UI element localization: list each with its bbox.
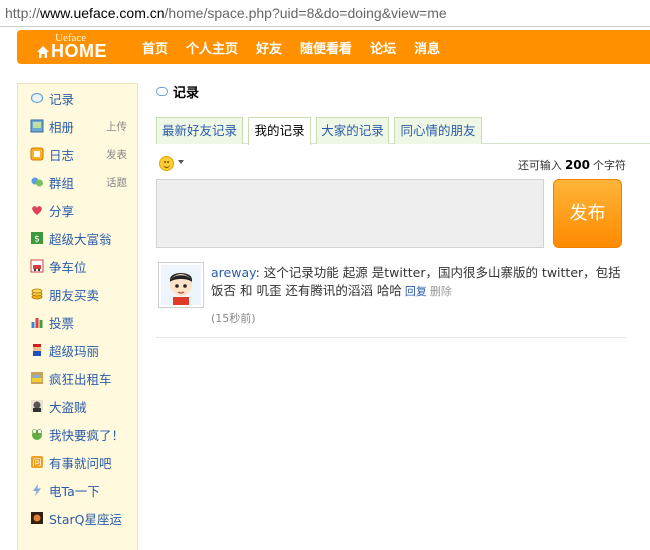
- chevron-down-icon[interactable]: [178, 160, 184, 164]
- svg-text:问: 问: [32, 457, 41, 469]
- record-username[interactable]: areway: [211, 265, 256, 280]
- page-title: 记录: [173, 85, 200, 101]
- emoticon-picker-icon[interactable]: [159, 156, 174, 171]
- photo-album-icon: [30, 119, 44, 133]
- delete-link[interactable]: 删除: [430, 285, 452, 298]
- upload-link[interactable]: 上传: [106, 119, 127, 134]
- sidebar-item-share[interactable]: 分享: [18, 196, 137, 224]
- sidebar-item-starq[interactable]: StarQ星座运: [18, 504, 137, 532]
- sidebar-item-album[interactable]: 相册 上传: [18, 112, 137, 140]
- nav-explore[interactable]: 随便看看: [300, 38, 352, 57]
- sidebar-item-zap[interactable]: 电Ta一下: [18, 476, 137, 504]
- record-text: areway: 这个记录功能 起源 是twitter，国内很多山寨版的 twit…: [211, 265, 621, 298]
- sidebar-item-ask[interactable]: 问 有事就问吧: [18, 448, 137, 476]
- nav-profile[interactable]: 个人主页: [186, 38, 238, 57]
- tab-bar: 最新好友记录 我的记录 大家的记录 同心情的朋友: [156, 117, 650, 145]
- sidebar-item-records[interactable]: 记录: [18, 84, 137, 112]
- crazy-frog-icon: [32, 429, 42, 440]
- ask-icon: 问: [31, 456, 43, 469]
- nav-messages[interactable]: 消息: [414, 38, 440, 57]
- reply-link[interactable]: 回复: [405, 285, 427, 298]
- record-input[interactable]: [156, 179, 544, 248]
- speech-bubble-icon: [156, 86, 168, 96]
- money-icon: $: [31, 232, 43, 245]
- sidebar-item-crazy-taxi[interactable]: 疯狂出租车: [18, 364, 137, 392]
- tab-my-records[interactable]: 我的记录: [248, 117, 311, 145]
- url-text[interactable]: http://www.ueface.com.cn/home/space.php?…: [5, 5, 447, 21]
- sidebar-item-poll[interactable]: 投票: [18, 308, 137, 336]
- ueface-home-logo[interactable]: Ueface HOME: [37, 32, 113, 62]
- tab-same-mood-friends[interactable]: 同心情的朋友: [394, 117, 482, 144]
- sidebar-item-monopoly[interactable]: $ 超级大富翁: [18, 224, 137, 252]
- record-timestamp: (15秒前): [211, 312, 256, 325]
- sidebar-item-parking[interactable]: 争车位: [18, 252, 137, 280]
- blog-icon: [30, 147, 44, 161]
- tab-friends-records[interactable]: 最新好友记录: [156, 117, 243, 144]
- poll-chart-icon: [31, 318, 43, 328]
- nav-friends[interactable]: 好友: [256, 38, 282, 57]
- tab-everyone-records[interactable]: 大家的记录: [316, 117, 389, 144]
- sidebar-item-blog[interactable]: 日志 发表: [18, 140, 137, 168]
- nav-menu: 首页 个人主页 好友 随便看看 论坛 消息: [142, 30, 458, 64]
- thief-icon: [31, 400, 43, 412]
- page-title-row: 记录: [156, 83, 200, 101]
- group-icon: [31, 177, 43, 187]
- svg-text:$: $: [34, 235, 40, 245]
- publish-link[interactable]: 发表: [106, 147, 127, 162]
- speech-bubble-icon: [30, 92, 44, 104]
- address-bar[interactable]: http://www.ueface.com.cn/home/space.php?…: [0, 0, 650, 27]
- record-item: areway: 这个记录功能 起源 是twitter，国内很多山寨版的 twit…: [156, 260, 626, 338]
- top-nav-bar: Ueface HOME 首页 个人主页 好友 随便看看 论坛 消息: [17, 30, 650, 64]
- nav-home[interactable]: 首页: [142, 38, 168, 57]
- topics-link[interactable]: 话题: [106, 175, 127, 190]
- mario-icon: [33, 344, 41, 356]
- sidebar-item-groups[interactable]: 群组 话题: [18, 168, 137, 196]
- star-sign-icon: [31, 512, 43, 524]
- lightning-icon: [33, 484, 41, 496]
- sidebar: 记录 相册 上传 日志 发表 群组 话题 分享 $ 超级大富翁 争车位 朋友买卖…: [17, 83, 138, 550]
- sidebar-item-super-mario[interactable]: 超级玛丽: [18, 336, 137, 364]
- nav-forum[interactable]: 论坛: [370, 38, 396, 57]
- compose-toolbar: 还可输入 200 个字符: [156, 155, 626, 173]
- coins-icon: [31, 288, 43, 300]
- car-icon: [30, 259, 44, 273]
- house-icon: [37, 46, 49, 58]
- sidebar-item-friend-trade[interactable]: 朋友买卖: [18, 280, 137, 308]
- sidebar-item-big-thief[interactable]: 大盗贼: [18, 392, 137, 420]
- cartoon-boy-avatar-icon: [161, 265, 201, 305]
- share-heart-icon: [32, 206, 42, 215]
- taxi-icon: [31, 372, 43, 384]
- sidebar-item-going-crazy[interactable]: 我快要疯了！: [18, 420, 137, 448]
- avatar[interactable]: [158, 262, 204, 308]
- publish-button[interactable]: 发布: [553, 179, 622, 248]
- char-remaining: 还可输入 200 个字符: [517, 158, 626, 172]
